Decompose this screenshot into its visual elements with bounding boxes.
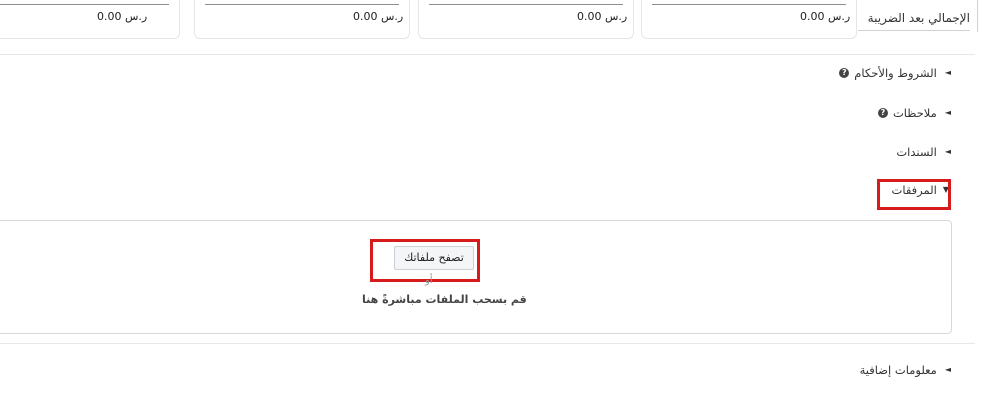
- section-vouchers[interactable]: ◄ السندات: [896, 143, 951, 161]
- section-vouchers-label: السندات: [896, 145, 937, 159]
- total-value: 0.00 ر.س: [577, 10, 628, 23]
- drag-files-label: قم بسحب الملفات مباشرةً هنا: [362, 293, 527, 306]
- collapsed-caret-icon: ◄: [944, 68, 951, 77]
- section-divider: [0, 343, 975, 344]
- section-notes[interactable]: ◄ ملاحظات ?: [877, 104, 951, 122]
- section-extra-info-label: معلومات إضافية: [859, 363, 937, 377]
- or-label: أو: [425, 275, 433, 286]
- label-divider: [977, 0, 978, 32]
- collapsed-caret-icon: ◄: [944, 108, 951, 117]
- section-extra-info[interactable]: ◄ معلومات إضافية: [860, 361, 951, 379]
- total-card: 0.00 ر.س: [0, 0, 180, 39]
- help-icon[interactable]: ?: [839, 68, 850, 78]
- collapsed-caret-icon: ◄: [944, 147, 951, 156]
- section-notes-label: ملاحظات: [892, 106, 937, 120]
- totals-strip: 0.00 ر.س 0.00 ر.س 0.00 ر.س 0.00 ر.س الإج…: [0, 0, 989, 40]
- attachments-highlight-box: [877, 179, 951, 210]
- total-value: 0.00 ر.س: [353, 10, 404, 23]
- total-value: 0.00 ر.س: [97, 10, 148, 23]
- section-divider: [0, 54, 975, 55]
- total-divider: [652, 4, 846, 5]
- section-terms-label: الشروط والأحكام: [854, 66, 937, 80]
- total-divider: [0, 4, 169, 5]
- total-divider: [205, 4, 399, 5]
- total-card: 0.00 ر.س: [641, 0, 857, 39]
- total-value: 0.00 ر.س: [800, 10, 851, 23]
- collapsed-caret-icon: ◄: [944, 365, 951, 374]
- section-terms[interactable]: ◄ الشروط والأحكام ?: [839, 64, 951, 82]
- total-after-tax-text: الإجمالي بعد الضريبة: [867, 11, 970, 25]
- help-icon[interactable]: ?: [877, 108, 888, 118]
- total-after-tax-label: الإجمالي بعد الضريبة: [858, 0, 978, 32]
- total-card: 0.00 ر.س: [418, 0, 634, 39]
- total-card: 0.00 ر.س: [194, 0, 410, 39]
- total-divider: [429, 4, 623, 5]
